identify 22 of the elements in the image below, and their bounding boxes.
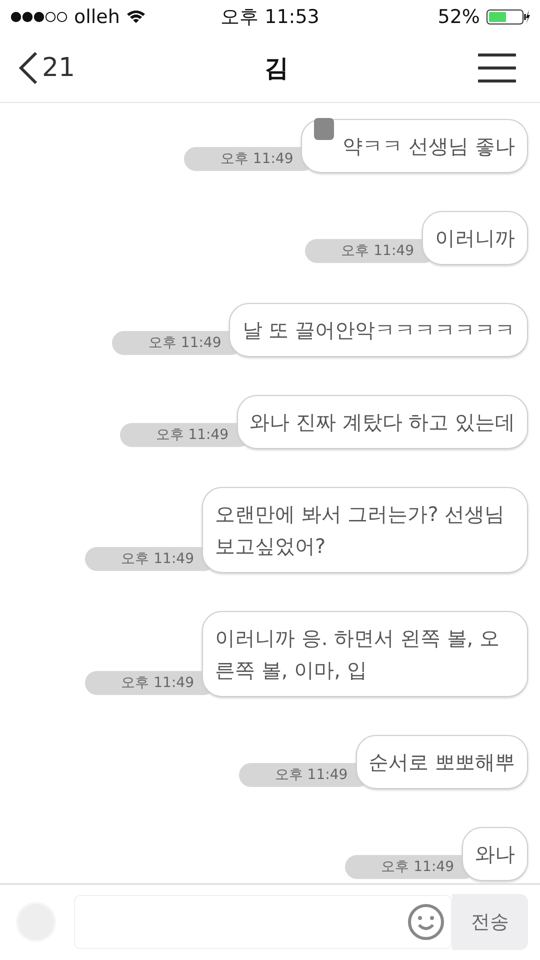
send-button[interactable]: 전송 [452,894,528,950]
battery-percent: 52% [438,6,480,28]
message-input-field[interactable] [74,895,452,950]
redaction-mark [314,118,334,140]
chevron-left-icon [18,50,38,85]
message-text: 와나 [475,840,515,868]
message-text: 이러니까 [435,224,515,252]
message-text: 오랜만에 봐서 그러는가? 선생님 보고싶었어? [215,500,506,560]
message-text: 날 또 끌어안악ㅋㅋㅋㅋㅋㅋㅋ [242,316,515,344]
chat-title: 김 [264,52,289,84]
menu-icon[interactable] [478,52,516,83]
message-text: 이러니까 응. 하면서 왼쪽 볼, 오른쪽 볼, 이마, 입 [215,624,501,684]
carrier-name: olleh [74,6,120,28]
clock-time: 오후 11:53 [220,4,320,30]
smiley-icon[interactable] [407,903,445,942]
message-text: 약ㅋㅋ 선생님 좋나 [342,132,515,160]
signal-icon [10,10,68,23]
message-text: 와나 진짜 계탔다 하고 있는데 [250,408,515,436]
back-button[interactable]: 21 [18,50,76,85]
message-text: 순서로 뽀뽀해뿌 [368,748,515,776]
battery-charging-icon [486,8,530,25]
wifi-icon [126,9,146,24]
